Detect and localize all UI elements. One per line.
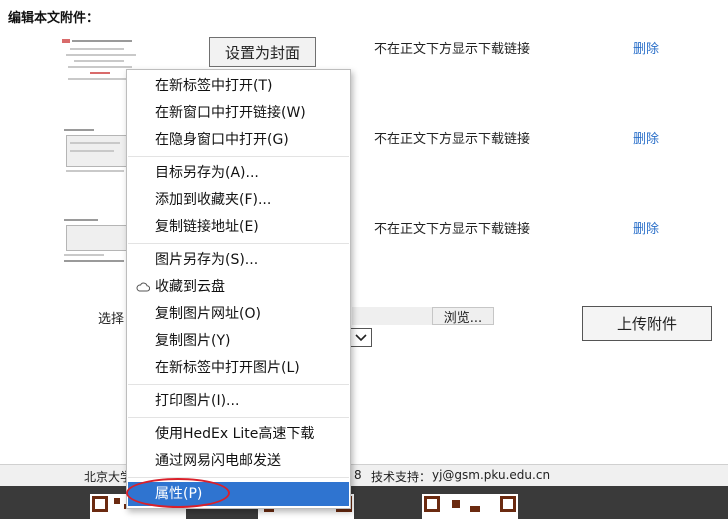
- footer-support-label: 技术支持：: [371, 470, 432, 484]
- menu-item-send-via-email[interactable]: 通过网易闪电邮发送: [128, 449, 349, 473]
- choose-file-label: 选择: [98, 312, 125, 327]
- attachment-2-delete-link[interactable]: 删除: [633, 128, 659, 147]
- menu-item-print-image[interactable]: 打印图片(I)...: [128, 389, 349, 413]
- footer-institution-text: 北京大学: [84, 470, 133, 484]
- browse-button[interactable]: 浏览...: [432, 307, 494, 326]
- menu-item-copy-image-url[interactable]: 复制图片网址(O): [128, 302, 349, 326]
- menu-item-open-image-in-new-tab[interactable]: 在新标签中打开图片(L): [128, 356, 349, 380]
- menu-item-save-target-as[interactable]: 目标另存为(A)...: [128, 161, 349, 185]
- menu-item-open-in-incognito[interactable]: 在隐身窗口中打开(G): [128, 128, 349, 152]
- menu-item-properties[interactable]: 属性(P): [128, 482, 349, 506]
- menu-item-copy-link-address[interactable]: 复制链接地址(E): [128, 215, 349, 239]
- menu-separator: [128, 243, 349, 244]
- set-cover-button[interactable]: 设置为封面: [209, 37, 316, 67]
- upload-attachment-button[interactable]: 上传附件: [582, 306, 712, 341]
- attachment-2-status: 不在正文下方显示下载链接: [374, 132, 531, 147]
- menu-item-copy-image[interactable]: 复制图片(Y): [128, 329, 349, 353]
- attachment-1-status: 不在正文下方显示下载链接: [374, 42, 531, 57]
- footer-support-email[interactable]: yj@gsm.pku.edu.cn: [432, 468, 550, 482]
- menu-item-label: 收藏到云盘: [155, 279, 225, 295]
- menu-separator: [128, 156, 349, 157]
- menu-item-save-to-cloud[interactable]: 收藏到云盘: [128, 275, 349, 299]
- menu-item-open-in-new-tab[interactable]: 在新标签中打开(T): [128, 74, 349, 98]
- qr-code-image-3: [422, 494, 518, 519]
- file-type-select[interactable]: [350, 328, 372, 347]
- menu-separator: [128, 417, 349, 418]
- attachment-1-delete-link[interactable]: 删除: [633, 38, 659, 57]
- chevron-down-icon: [355, 333, 367, 341]
- menu-item-open-link-in-new-window[interactable]: 在新窗口中打开链接(W): [128, 101, 349, 125]
- attachment-3-delete-link[interactable]: 删除: [633, 218, 659, 237]
- footer-mid-text: 8: [354, 468, 362, 482]
- menu-item-save-image-as[interactable]: 图片另存为(S)...: [128, 248, 349, 272]
- attachment-3-status: 不在正文下方显示下载链接: [374, 222, 531, 237]
- menu-item-hedex-download[interactable]: 使用HedEx Lite高速下载: [128, 422, 349, 446]
- section-title: 编辑本文附件：: [8, 11, 100, 26]
- cloud-icon: [136, 282, 150, 292]
- file-path-input[interactable]: [352, 307, 432, 325]
- context-menu: 在新标签中打开(T) 在新窗口中打开链接(W) 在隐身窗口中打开(G) 目标另存…: [126, 69, 351, 509]
- menu-separator: [128, 384, 349, 385]
- menu-separator: [128, 477, 349, 478]
- menu-item-add-to-favorites[interactable]: 添加到收藏夹(F)...: [128, 188, 349, 212]
